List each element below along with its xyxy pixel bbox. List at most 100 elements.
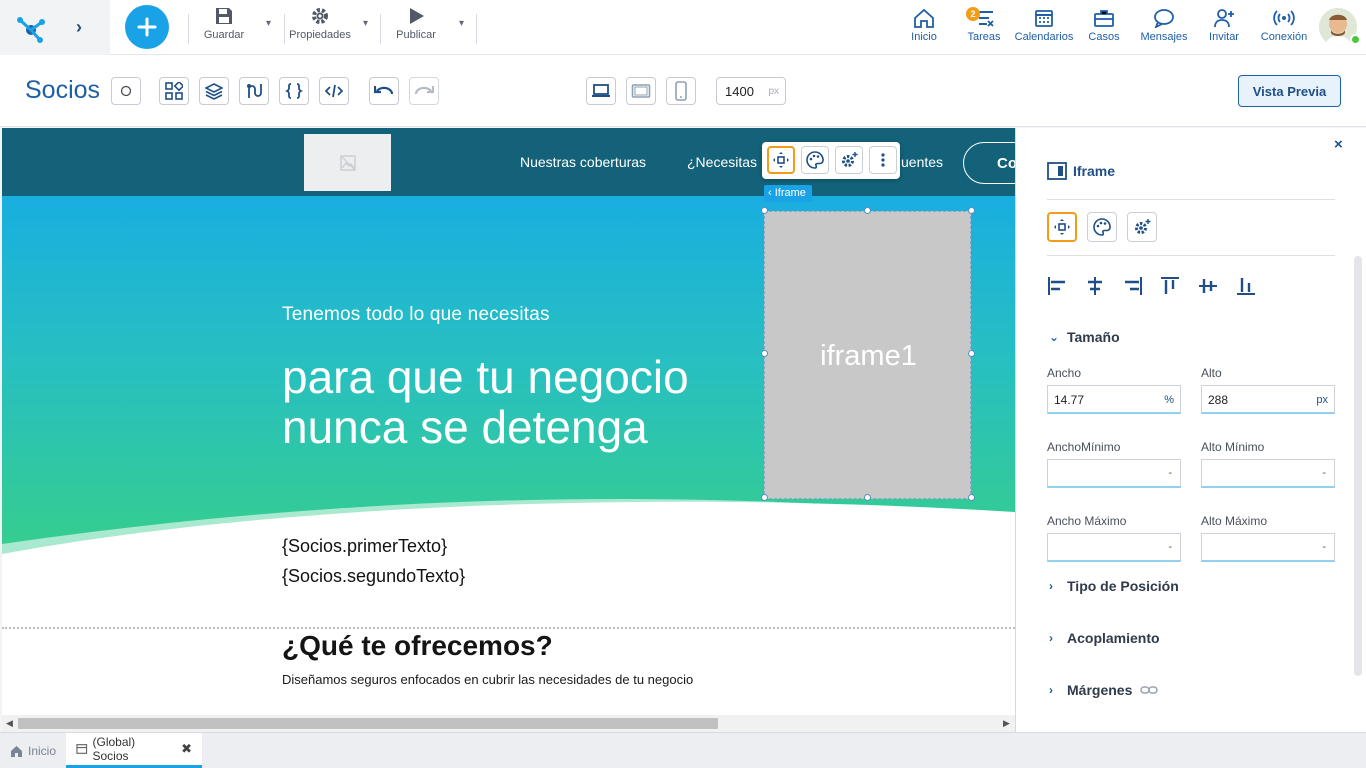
scroll-right-arrow-icon[interactable]: ▶ [1003, 718, 1010, 729]
resize-handle[interactable] [761, 350, 768, 357]
min-height-input[interactable]: - [1201, 459, 1335, 488]
undo-button[interactable] [369, 77, 399, 105]
resize-handle[interactable] [761, 494, 768, 501]
desktop-view-button[interactable] [586, 77, 616, 105]
align-center-horizontal-icon[interactable] [1084, 275, 1106, 297]
style-tab-button[interactable] [1087, 212, 1117, 242]
nav-invite[interactable]: Invitar [1204, 8, 1244, 48]
publish-tool[interactable]: Publicar [394, 6, 438, 48]
panel-vertical-scrollbar[interactable] [1354, 256, 1362, 676]
nav-home[interactable]: Inicio [904, 8, 944, 48]
app-logo-icon[interactable] [14, 10, 48, 44]
variables-button[interactable] [279, 77, 309, 105]
canvas-width-input[interactable]: 1400 px [716, 77, 786, 105]
add-button[interactable] [125, 5, 169, 49]
link-icon[interactable] [1140, 685, 1159, 695]
layers-button[interactable] [199, 77, 229, 105]
nav-tasks[interactable]: 2 Tareas [964, 7, 1004, 48]
properties-dropdown-chevron-icon[interactable]: ▾ [363, 18, 368, 29]
tab-home[interactable]: Inicio [0, 733, 66, 768]
nav-calendars[interactable]: Calendarios [1014, 8, 1074, 48]
max-height-input[interactable]: - [1201, 533, 1335, 562]
position-type-section-header[interactable]: › Tipo de Posición [1049, 578, 1179, 594]
data-flow-button[interactable] [239, 77, 269, 105]
align-right-icon[interactable] [1122, 275, 1144, 297]
align-top-icon[interactable] [1159, 275, 1181, 297]
offer-title[interactable]: ¿Qué te ofrecemos? [282, 630, 553, 662]
properties-tool[interactable]: Propiedades [289, 6, 351, 48]
site-nav-link[interactable]: ¿Necesitas [687, 154, 757, 170]
page-status-button[interactable] [111, 77, 141, 105]
style-button[interactable] [801, 146, 829, 174]
save-dropdown-chevron-icon[interactable]: ▾ [266, 18, 271, 29]
braces-icon [285, 83, 303, 99]
offer-subtitle[interactable]: Diseñamos seguros enfocados en cubrir la… [282, 672, 693, 687]
iframe-element[interactable]: iframe1 [764, 211, 971, 499]
panel-title-text: Iframe [1073, 163, 1116, 179]
close-tab-icon[interactable]: ✖ [181, 741, 192, 757]
redo-button[interactable] [409, 77, 439, 105]
code-button[interactable] [319, 77, 349, 105]
gear-sparkle-icon [1135, 219, 1151, 234]
width-unit[interactable]: % [1164, 394, 1174, 406]
docking-section-header[interactable]: › Acoplamiento [1049, 630, 1160, 646]
nav-messages[interactable]: Mensajes [1138, 8, 1190, 48]
canvas-horizontal-scrollbar[interactable]: ◀ ▶ [2, 715, 1015, 732]
scrollbar-thumb[interactable] [18, 718, 718, 729]
chat-bubble-icon [1154, 9, 1174, 28]
more-options-button[interactable] [869, 146, 897, 174]
design-canvas[interactable]: Nuestras coberturas ¿Necesitas uentes Co… [2, 128, 1015, 715]
settings-button[interactable] [835, 146, 863, 174]
align-left-icon[interactable] [1046, 275, 1068, 297]
gear-icon [312, 8, 328, 24]
hero-subtitle[interactable]: Tenemos todo lo que necesitas [282, 304, 550, 326]
palette-icon [806, 151, 824, 169]
position-tab-button[interactable] [1047, 212, 1077, 242]
resize-handle[interactable] [968, 207, 975, 214]
resize-handle[interactable] [761, 207, 768, 214]
components-button[interactable] [159, 77, 189, 105]
preview-button[interactable]: Vista Previa [1238, 75, 1341, 107]
move-element-button[interactable] [767, 146, 795, 174]
height-unit[interactable]: px [1316, 394, 1328, 406]
broadcast-icon [1273, 10, 1295, 26]
tab-global-socios-label: (Global) Socios [92, 735, 136, 763]
tab-global-socios[interactable]: (Global) Socios ✖ [66, 733, 202, 768]
align-bottom-icon[interactable] [1235, 275, 1257, 297]
docking-title: Acoplamiento [1067, 630, 1160, 646]
logo-image-placeholder[interactable] [304, 134, 391, 191]
close-panel-icon[interactable]: × [1334, 136, 1343, 153]
selected-element-tag[interactable]: ‹ Iframe [764, 185, 812, 202]
nav-cases[interactable]: Casos [1084, 8, 1124, 48]
max-width-input[interactable]: - [1047, 533, 1181, 562]
margins-section-header[interactable]: › Márgenes [1049, 682, 1159, 698]
align-center-vertical-icon[interactable] [1197, 275, 1219, 297]
site-nav-link[interactable]: uentes [901, 154, 943, 170]
scroll-left-arrow-icon[interactable]: ◀ [6, 718, 13, 729]
size-section-header[interactable]: ⌄ Tamaño [1049, 329, 1120, 345]
save-tool[interactable]: Guardar [203, 6, 245, 48]
resize-handle[interactable] [968, 494, 975, 501]
site-nav-cta-button[interactable]: Co [963, 142, 1015, 184]
nav-connection[interactable]: Conexión [1258, 8, 1310, 48]
mobile-view-button[interactable] [666, 77, 696, 105]
settings-tab-button[interactable] [1127, 212, 1157, 242]
height-input[interactable]: 288 px [1201, 385, 1335, 414]
resize-handle[interactable] [864, 207, 871, 214]
site-nav-link[interactable]: Nuestras coberturas [520, 154, 646, 170]
chevron-right-icon: › [1049, 631, 1053, 645]
width-input[interactable]: 14.77 % [1047, 385, 1181, 414]
resize-handle[interactable] [968, 350, 975, 357]
phone-icon [675, 81, 687, 101]
properties-label: Propiedades [289, 29, 351, 41]
min-width-input[interactable]: - [1047, 459, 1181, 488]
expand-menu-chevron-icon[interactable]: › [76, 17, 92, 37]
tab-home-label: Inicio [28, 744, 57, 758]
hero-title[interactable]: para que tu negocio nunca se detenga [282, 352, 689, 452]
tablet-view-button[interactable] [626, 77, 656, 105]
publish-dropdown-chevron-icon[interactable]: ▾ [459, 18, 464, 29]
size-section-title: Tamaño [1067, 329, 1120, 345]
second-text-field[interactable]: {Socios.segundoTexto} [282, 566, 465, 587]
first-text-field[interactable]: {Socios.primerTexto} [282, 536, 447, 557]
resize-handle[interactable] [864, 494, 871, 501]
